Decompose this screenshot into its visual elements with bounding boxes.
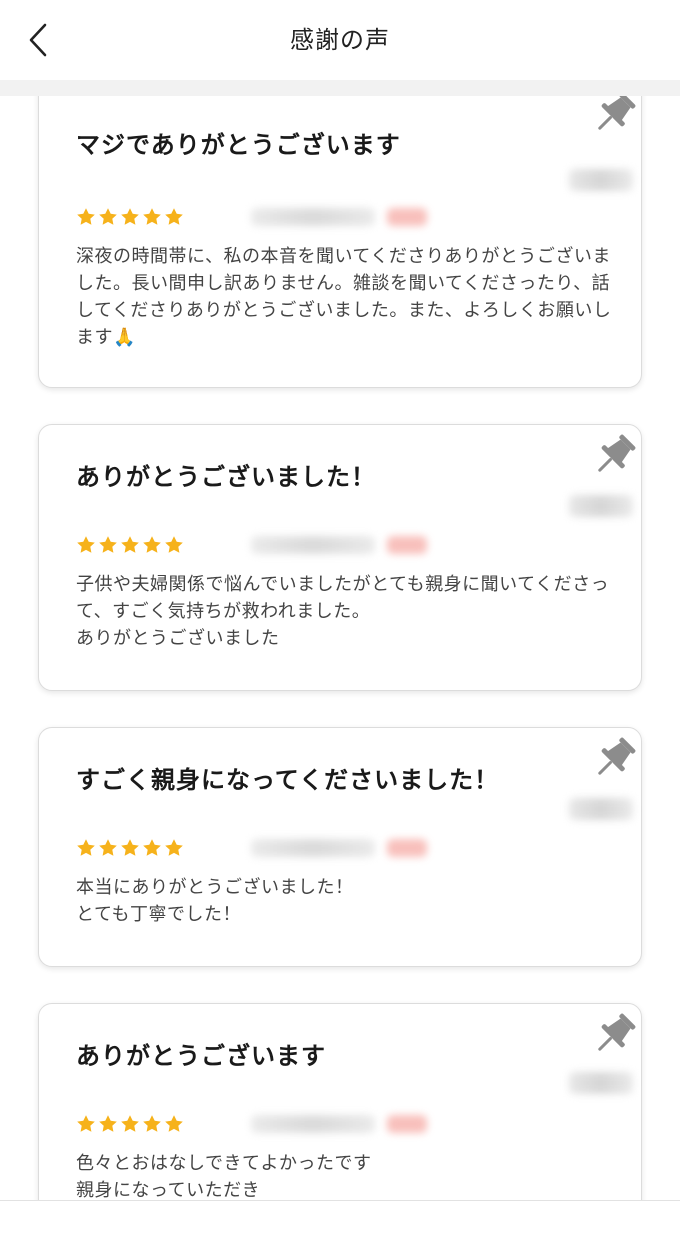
review-title: ありがとうございます [76, 1042, 326, 1070]
reviewer-name-redacted [569, 798, 633, 820]
star-icon [121, 536, 139, 553]
review-title: マジでありがとうございます [76, 131, 401, 159]
star-icon [77, 536, 95, 553]
review-badge-redacted [387, 536, 427, 554]
bottom-bar [0, 1200, 680, 1241]
star-icon [121, 208, 139, 225]
header-bar: 感謝の声 [0, 0, 680, 80]
review-list[interactable]: マジでありがとうございます 深夜の時間帯に、私の本音を聞いてくださりありがとうご… [0, 96, 680, 1200]
star-icon [99, 536, 117, 553]
star-icon [165, 839, 183, 856]
review-body: 本当にありがとうございました！ とても丁寧でした！ [76, 877, 354, 925]
pin-icon[interactable] [589, 1008, 641, 1060]
star-rating [76, 838, 184, 858]
pin-icon[interactable] [589, 429, 641, 481]
reviewer-name-redacted [569, 495, 633, 517]
review-card[interactable]: ありがとうございます 色々とおはなしできてよかったです 親身になっていただき [38, 1003, 642, 1200]
review-badge-redacted [387, 208, 427, 226]
star-icon [77, 1115, 95, 1132]
review-date-redacted [251, 208, 375, 226]
star-icon [77, 839, 95, 856]
review-title: ありがとうございました！ [76, 463, 376, 491]
pin-icon[interactable] [589, 96, 641, 139]
pin-icon[interactable] [589, 732, 641, 784]
star-rating [76, 535, 184, 555]
star-icon [143, 208, 161, 225]
reviewer-name-redacted [569, 169, 633, 191]
star-icon [121, 839, 139, 856]
review-body: 子供や夫婦関係で悩んでいましたがとても親身に聞いてくださって、すごく気持ちが救わ… [76, 574, 610, 649]
review-badge-redacted [387, 839, 427, 857]
page-title: 感謝の声 [290, 26, 390, 54]
star-icon [99, 839, 117, 856]
star-icon [143, 536, 161, 553]
star-rating [76, 1114, 184, 1134]
review-card[interactable]: マジでありがとうございます 深夜の時間帯に、私の本音を聞いてくださりありがとうご… [38, 96, 642, 388]
star-icon [165, 536, 183, 553]
review-card[interactable]: すごく親身になってくださいました！ 本当にありがとうございました！ とても丁寧で… [38, 727, 642, 967]
star-icon [165, 1115, 183, 1132]
star-icon [99, 1115, 117, 1132]
star-icon [165, 208, 183, 225]
review-body: 深夜の時間帯に、私の本音を聞いてくださりありがとうございました。長い間申し訳あり… [76, 246, 612, 348]
star-icon [99, 208, 117, 225]
review-card[interactable]: ありがとうございました！ 子供や夫婦関係で悩んでいましたがとても親身に聞いてくだ… [38, 424, 642, 691]
review-date-redacted [251, 536, 375, 554]
review-badge-redacted [387, 1115, 427, 1133]
review-date-redacted [251, 1115, 375, 1133]
star-icon [121, 1115, 139, 1132]
header-divider [0, 80, 680, 96]
review-body: 色々とおはなしできてよかったです 親身になっていただき [76, 1153, 372, 1200]
review-title: すごく親身になってくださいました！ [76, 766, 500, 794]
star-icon [143, 1115, 161, 1132]
star-rating [76, 207, 184, 227]
star-icon [77, 208, 95, 225]
star-icon [143, 839, 161, 856]
review-date-redacted [251, 839, 375, 857]
reviewer-name-redacted [569, 1072, 633, 1094]
